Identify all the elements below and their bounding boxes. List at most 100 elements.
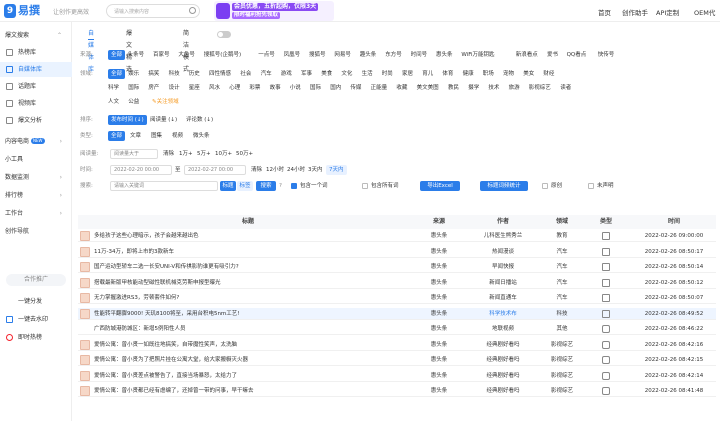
reads-500k[interactable]: 50万+ xyxy=(236,149,253,159)
source-chip[interactable]: 快传号 xyxy=(598,50,615,60)
sort-reads[interactable]: 阅读量 (↓) xyxy=(150,115,177,125)
table-row[interactable]: 搭载最新版甲核能动型磁性联机械克劳斯申报型曝光 惠头条 新闻日播站 汽车 2022-02… xyxy=(78,277,716,289)
compact-mode-toggle[interactable] xyxy=(217,31,231,38)
sidebar-section-monitor[interactable]: 数据监测 › xyxy=(0,170,72,185)
original-checkbox[interactable] xyxy=(542,183,548,189)
row-title[interactable]: 爱情公寓：曾小贤差点被警告了，直接当场暴怒，太给力了 xyxy=(94,370,404,382)
row-author[interactable]: 经典剧好看吗 xyxy=(468,385,538,397)
time-end-input[interactable]: 2022-02-27 00:00 xyxy=(184,165,246,175)
keyword-input[interactable]: 请输入关键词 xyxy=(110,181,218,191)
table-row[interactable]: 国产运动型轿车二选一长安UNI-V和传祺影豹谁更有吸引力? 惠头条 早闻快报 汽车 20… xyxy=(78,261,716,273)
source-chip[interactable]: 时间号 xyxy=(411,50,428,60)
nav-api[interactable]: API定制 xyxy=(656,7,679,17)
sidebar-section-rank[interactable]: 排行榜 › xyxy=(0,188,72,203)
nav-home[interactable]: 首页 xyxy=(598,7,611,17)
field-chip[interactable]: 国际 xyxy=(310,83,321,93)
field-chip[interactable]: 美文美图 xyxy=(417,83,439,93)
field-chip[interactable]: 国际 xyxy=(128,83,139,93)
title-stats-button[interactable]: 标题词频统计 xyxy=(480,181,528,191)
contains-all-checkbox[interactable] xyxy=(362,183,368,189)
sidebar-section-nav[interactable]: 创作导航 xyxy=(0,224,72,239)
field-chip[interactable]: 风水 xyxy=(209,83,220,93)
export-excel-button[interactable]: 导出Excel xyxy=(420,181,460,191)
type-video[interactable]: 视频 xyxy=(172,131,183,141)
thumbnail-image[interactable] xyxy=(80,308,90,319)
sidebar-section-workspace[interactable]: 工作台 › xyxy=(0,206,72,221)
thumbnail-image[interactable] xyxy=(80,339,90,350)
field-chip[interactable]: 宠物 xyxy=(503,69,514,79)
source-chip[interactable]: 一点号 xyxy=(258,50,275,60)
sort-publish-time[interactable]: 发布时间 (↓) xyxy=(108,115,147,125)
nav-assistant[interactable]: 创作助手 xyxy=(622,7,648,17)
table-row[interactable]: 爱情公寓：曾小贤为了把照片挂在公寓大堂，给大家搬橱灭火器 惠头条 经典剧好看吗 影视综… xyxy=(78,354,716,366)
table-row[interactable]: 多给孩子这些心理暗示，孩子会越来越出色 惠头条 儿科医生熊秀兰 教育 2022-02-2… xyxy=(78,230,716,242)
source-chip[interactable]: WiFi万能钥匙 xyxy=(461,50,494,60)
source-chip[interactable]: 搜狐号 xyxy=(309,50,326,60)
field-chip[interactable]: 财经 xyxy=(543,69,554,79)
thumbnail-image[interactable] xyxy=(80,386,90,396)
sidebar-item-hotlist[interactable]: 热榜库 xyxy=(0,45,72,60)
reads-100k[interactable]: 10万+ xyxy=(215,149,232,159)
search-icon[interactable] xyxy=(189,7,196,14)
source-chip[interactable]: 爱书 xyxy=(547,50,558,60)
field-chip[interactable]: 全部 xyxy=(108,69,126,79)
search-button[interactable]: 搜索 xyxy=(256,181,276,191)
field-chip[interactable]: 技术 xyxy=(488,83,499,93)
field-chip[interactable]: 生活 xyxy=(362,69,373,79)
table-row[interactable]: 无力掌握激进RS3，劳顿套件如何? 惠头条 新闻直通车 汽车 2022-02-26 08… xyxy=(78,292,716,304)
reads-10k[interactable]: 1万+ xyxy=(179,149,193,159)
table-row[interactable]: 爱情公寓：曾小贤差点被警告了，直接当场暴怒，太给力了 惠头条 经典剧好看吗 影视综艺 2… xyxy=(78,370,716,382)
help-icon[interactable]: ? xyxy=(279,181,282,191)
field-chip[interactable]: 军事 xyxy=(301,69,312,79)
field-chip[interactable]: 体育 xyxy=(442,69,453,79)
field-chip[interactable]: 设计 xyxy=(169,83,180,93)
field-chip[interactable]: 健康 xyxy=(463,69,474,79)
col-author[interactable]: 作者 xyxy=(468,215,538,229)
sidebar-section-ecommerce[interactable]: 内容电商 NEW › xyxy=(0,134,72,149)
field-chip[interactable]: 传媒 xyxy=(350,83,361,93)
table-row[interactable]: 爱情公寓：曾小贤都已经有虐编了，还掉曾一带的问事，早干嘛去 惠头条 经典剧好看吗 影视… xyxy=(78,385,716,397)
thumbnail-image[interactable] xyxy=(80,293,90,303)
row-author[interactable]: 地联视频 xyxy=(468,323,538,335)
row-author[interactable]: 早闻快报 xyxy=(468,261,538,273)
thumbnail-image[interactable] xyxy=(80,262,90,272)
sidebar-item-video[interactable]: 视频库 xyxy=(0,96,72,111)
type-micro[interactable]: 微头条 xyxy=(193,131,210,141)
field-chip[interactable]: 国内 xyxy=(330,83,341,93)
field-chip[interactable]: 房产 xyxy=(148,83,159,93)
table-row[interactable]: 广西防城港防城区：新增5例阳性人员 惠头条 地联视频 其他 2022-02-26 08:… xyxy=(78,323,716,335)
sidebar-item-watermark[interactable]: 一键去水印 xyxy=(0,312,72,327)
thumbnail-image[interactable] xyxy=(80,370,90,381)
sidebar-item-realtime[interactable]: 即时热榜 xyxy=(0,330,72,345)
tab-picks[interactable]: 爆文精选 xyxy=(126,28,132,73)
global-search-input[interactable]: 请输入搜索内容 xyxy=(106,4,200,18)
source-chip[interactable]: 惠头条 xyxy=(436,50,453,60)
field-chip[interactable]: 历史 xyxy=(189,69,200,79)
mode-text-button[interactable]: 标签 xyxy=(237,181,253,191)
table-row[interactable]: 爱情公寓：曾小贤一如既往地搞笑，自带魔性笑声，太洗脑 惠头条 经典剧好看吗 影视综艺 2… xyxy=(78,339,716,351)
row-title[interactable]: 搭载最新版甲核能动型磁性联机械克劳斯申报型曝光 xyxy=(94,277,404,289)
source-chip[interactable]: 百家号 xyxy=(153,50,170,60)
type-article[interactable]: 文章 xyxy=(130,131,141,141)
row-title[interactable]: 爱情公寓：曾小贤一如既往地搞笑，自带魔性笑声，太洗脑 xyxy=(94,339,404,351)
field-chip[interactable]: 时尚 xyxy=(382,69,393,79)
field-chip[interactable]: 收藏 xyxy=(396,83,407,93)
row-title[interactable]: 无力掌握激进RS3，劳顿套件如何? xyxy=(94,292,404,304)
sort-comments[interactable]: 评论数 (↓) xyxy=(186,115,213,125)
unpublished-checkbox[interactable] xyxy=(588,183,594,189)
field-chip[interactable]: 游戏 xyxy=(281,69,292,79)
type-gallery[interactable]: 图集 xyxy=(151,131,162,141)
field-chip[interactable]: 教民 xyxy=(448,83,459,93)
row-title[interactable]: 广西防城港防城区：新增5例阳性人员 xyxy=(94,323,404,335)
reads-input[interactable]: 阅读量大于 xyxy=(110,149,158,159)
source-chip[interactable]: 搜狐号(企鹅号) xyxy=(204,50,241,60)
logo[interactable]: 9 易撰 xyxy=(4,3,48,19)
field-chip[interactable]: 读者 xyxy=(560,83,571,93)
thumbnail-image[interactable] xyxy=(80,277,90,288)
source-chip[interactable]: 网易号 xyxy=(334,50,351,60)
row-title[interactable]: 11万-34万，即将上市的3款新车 xyxy=(94,246,404,258)
source-chip[interactable]: 大鱼号 xyxy=(178,50,195,60)
field-chip[interactable]: 娱乐 xyxy=(128,69,139,79)
source-chip[interactable]: 凤凰号 xyxy=(284,50,301,60)
source-chip[interactable]: 全部 xyxy=(108,50,126,60)
